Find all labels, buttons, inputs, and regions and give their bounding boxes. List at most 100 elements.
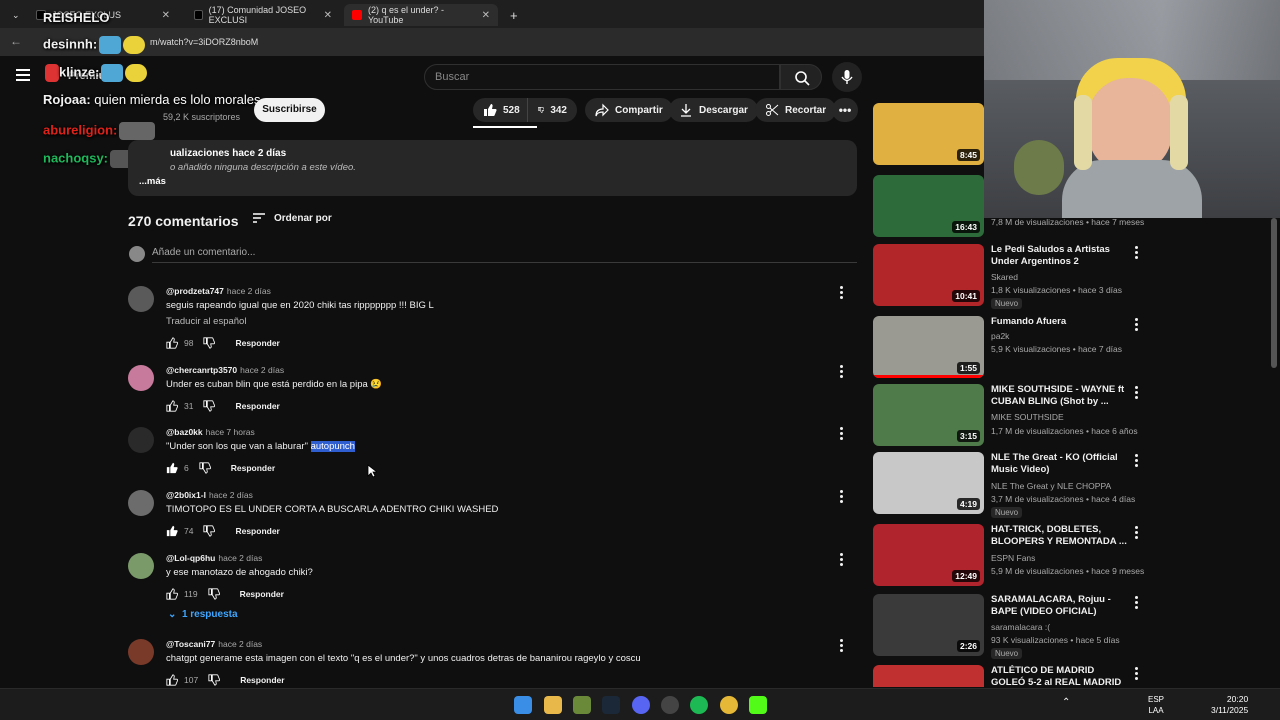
thumbs-up-icon[interactable] xyxy=(166,674,178,686)
thumbs-down-icon[interactable] xyxy=(203,400,216,412)
thumbs-up-icon[interactable] xyxy=(166,337,178,349)
file-explorer-icon[interactable] xyxy=(544,696,562,714)
mic-button[interactable] xyxy=(832,62,862,92)
sidebar-video[interactable]: 3:15 MIKE SOUTHSIDE - WAYNE ft CUBAN BLI… xyxy=(873,384,1149,446)
reply-button[interactable]: Responder xyxy=(235,526,279,536)
clock[interactable]: 20:20 3/11/2025 xyxy=(1211,694,1248,716)
video-channel[interactable]: ESPN Fans xyxy=(991,553,1035,563)
discord-icon[interactable] xyxy=(632,696,650,714)
video-channel[interactable]: NLE The Great y NLE CHOPPA xyxy=(991,481,1111,491)
subscribe-button[interactable]: Suscribirse xyxy=(254,98,325,122)
back-icon[interactable]: ← xyxy=(10,34,22,48)
sidebar-video[interactable]: 10:41 Le Pedi Saludos a Artistas Under A… xyxy=(873,244,1149,309)
video-menu-icon[interactable] xyxy=(1135,454,1139,469)
video-thumbnail[interactable] xyxy=(873,665,984,687)
thumbs-up-icon[interactable] xyxy=(166,525,178,537)
comment-author[interactable]: @Toscani77 xyxy=(166,639,215,649)
thumbs-down-icon[interactable] xyxy=(199,462,211,474)
translate-link[interactable]: Traducir al español xyxy=(166,316,246,327)
sort-button[interactable]: Ordenar por xyxy=(252,212,332,224)
search-button[interactable] xyxy=(780,64,822,90)
kick-icon[interactable] xyxy=(749,696,767,714)
sidebar-video[interactable]: 12:49 HAT-TRICK, DOBLETES, BLOOPERS Y RE… xyxy=(873,524,1149,586)
clip-button[interactable]: Recortar xyxy=(755,98,837,122)
new-tab-button[interactable]: + xyxy=(502,4,522,26)
start-icon[interactable] xyxy=(514,696,532,714)
sidebar-video[interactable]: ATLÉTICO DE MADRID GOLEÓ 5-2 al REAL MAD… xyxy=(873,665,1149,687)
app-icon[interactable] xyxy=(573,696,591,714)
dislike-button[interactable]: 342 xyxy=(527,98,577,122)
thumbs-up-icon[interactable] xyxy=(166,462,178,474)
video-menu-icon[interactable] xyxy=(1135,667,1139,682)
video-thumbnail[interactable]: 8:45 xyxy=(873,103,984,165)
comment-author[interactable]: @chercanrtp3570 xyxy=(166,365,237,375)
show-more-link[interactable]: ...más xyxy=(139,176,166,187)
scrollbar[interactable] xyxy=(1271,218,1277,368)
reply-button[interactable]: Responder xyxy=(235,401,279,411)
video-title[interactable]: ATLÉTICO DE MADRID GOLEÓ 5-2 al REAL MAD… xyxy=(991,665,1131,687)
avatar[interactable] xyxy=(128,427,154,453)
tab-comunidad[interactable]: (17) Comunidad JOSEO EXCLUSI ✕ xyxy=(186,4,340,26)
search-input[interactable]: Buscar xyxy=(424,64,780,90)
close-tab-icon[interactable]: ✕ xyxy=(162,10,170,21)
video-title[interactable]: NLE The Great - KO (Official Music Video… xyxy=(991,452,1131,476)
show-replies-button[interactable]: ⌄ 1 respuesta xyxy=(168,609,238,620)
add-comment-input[interactable]: Añade un comentario... xyxy=(152,247,857,263)
thumbs-up-icon[interactable] xyxy=(166,588,178,600)
avatar[interactable] xyxy=(128,365,154,391)
sidebar-video[interactable]: 2:26 SARAMALACARA, Rojuu - BAPE (VIDEO O… xyxy=(873,594,1149,659)
thumbs-down-icon[interactable] xyxy=(208,674,221,686)
avatar[interactable] xyxy=(128,553,154,579)
video-menu-icon[interactable] xyxy=(1135,596,1139,611)
thumbs-down-icon[interactable] xyxy=(207,588,220,600)
reply-button[interactable]: Responder xyxy=(235,338,279,348)
video-thumbnail[interactable]: 2:26 xyxy=(873,594,984,656)
video-menu-icon[interactable] xyxy=(1135,526,1139,541)
reply-button[interactable]: Responder xyxy=(240,589,284,599)
video-thumbnail[interactable]: 10:41 xyxy=(873,244,984,306)
video-thumbnail[interactable]: 1:55 xyxy=(873,316,984,378)
language-indicator[interactable]: ESP LAA xyxy=(1148,694,1164,716)
obs-icon[interactable] xyxy=(661,696,679,714)
sidebar-video[interactable]: 4:19 NLE The Great - KO (Official Music … xyxy=(873,452,1149,518)
close-tab-icon[interactable]: ✕ xyxy=(482,10,490,21)
comment-author[interactable]: @baz0kk xyxy=(166,427,203,437)
steam-icon[interactable] xyxy=(602,696,620,714)
video-title[interactable]: Fumando Afuera xyxy=(991,316,1131,328)
spotify-icon[interactable] xyxy=(690,696,708,714)
avatar[interactable] xyxy=(128,639,154,665)
video-title[interactable]: SARAMALACARA, Rojuu - BAPE (VIDEO OFICIA… xyxy=(991,594,1131,618)
comment-menu-icon[interactable] xyxy=(840,490,844,504)
video-thumbnail[interactable]: 4:19 xyxy=(873,452,984,514)
comment-menu-icon[interactable] xyxy=(840,639,844,653)
comment-author[interactable]: @Lol-qp6hu xyxy=(166,553,215,563)
reply-button[interactable]: Responder xyxy=(231,463,275,473)
comment-menu-icon[interactable] xyxy=(840,553,844,567)
video-thumbnail[interactable]: 12:49 xyxy=(873,524,984,586)
video-channel[interactable]: Skared xyxy=(991,272,1018,282)
comment-menu-icon[interactable] xyxy=(840,365,844,379)
sidebar-video[interactable]: 1:55 Fumando Afuera pa2k 5,9 K visualiza… xyxy=(873,316,1149,378)
thumbs-down-icon[interactable] xyxy=(203,337,216,349)
avatar[interactable] xyxy=(128,490,154,516)
video-title[interactable]: MIKE SOUTHSIDE - WAYNE ft CUBAN BLING (S… xyxy=(991,384,1131,408)
download-button[interactable]: Descargar xyxy=(669,98,758,122)
avatar[interactable] xyxy=(128,286,154,312)
reply-button[interactable]: Responder xyxy=(240,675,284,685)
comment-author[interactable]: @prodzeta747 xyxy=(166,286,224,296)
video-channel[interactable]: pa2k xyxy=(991,331,1009,341)
chrome-icon[interactable] xyxy=(720,696,738,714)
video-title[interactable]: HAT-TRICK, DOBLETES, BLOOPERS Y REMONTAD… xyxy=(991,524,1131,548)
thumbs-up-icon[interactable] xyxy=(166,400,178,412)
menu-icon[interactable] xyxy=(16,69,30,81)
more-actions-button[interactable]: ••• xyxy=(832,98,858,122)
video-menu-icon[interactable] xyxy=(1135,386,1139,401)
tab-youtube[interactable]: (2) q es el under? - YouTube ✕ xyxy=(344,4,498,26)
url-field[interactable]: m/watch?v=3iDORZ8nboM xyxy=(150,37,258,47)
close-tab-icon[interactable]: ✕ xyxy=(324,10,332,21)
comment-author[interactable]: @2b0ix1-l xyxy=(166,490,206,500)
video-channel[interactable]: MIKE SOUTHSIDE xyxy=(991,412,1064,422)
share-button[interactable]: Compartir xyxy=(585,98,673,122)
video-channel[interactable]: saramalacara :( xyxy=(991,622,1050,632)
tab-search-button[interactable]: ⌄ xyxy=(4,4,20,26)
